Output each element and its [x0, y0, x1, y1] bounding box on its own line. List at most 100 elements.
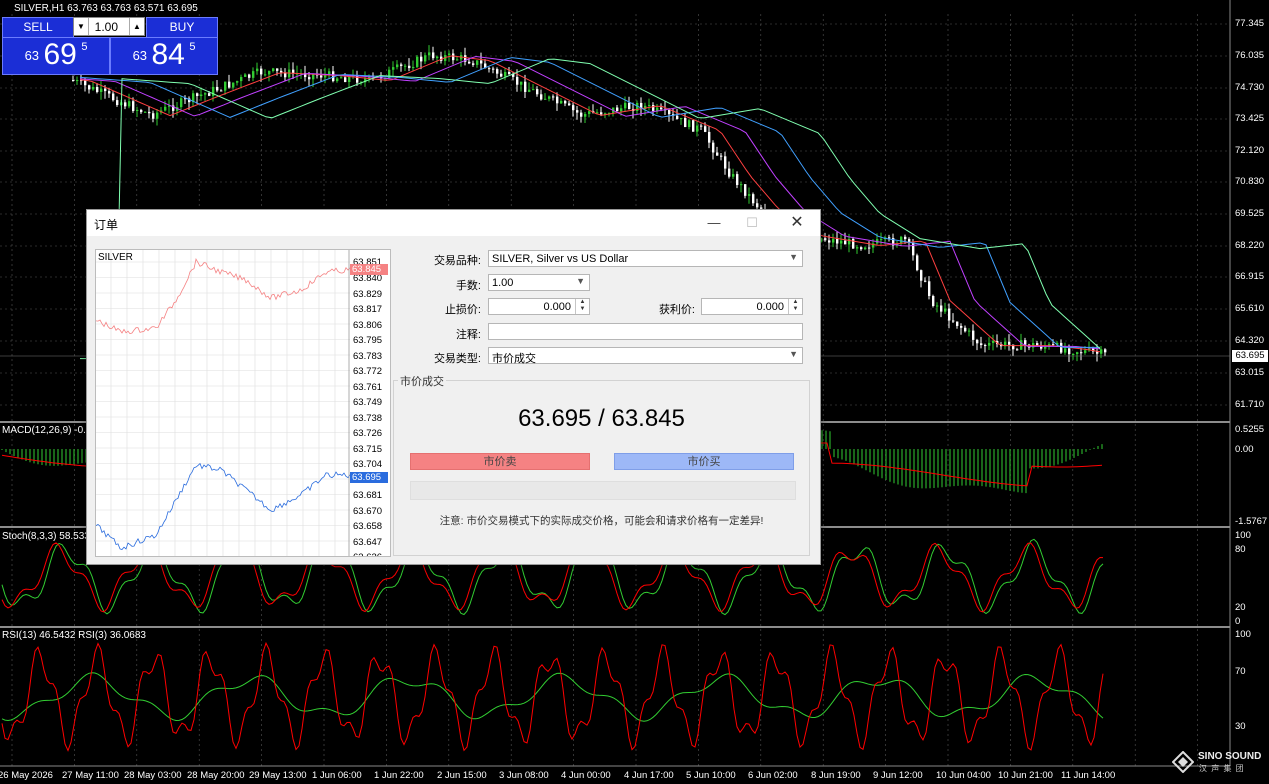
- lot-decrease-icon[interactable]: ▼: [74, 18, 89, 35]
- price-tick: 68.220: [1235, 240, 1265, 251]
- ask-badge: 63.845: [350, 264, 388, 275]
- tick-price-label: 63.704: [353, 459, 383, 470]
- time-tick: 5 Jun 10:00: [686, 770, 736, 781]
- tick-price-label: 63.806: [353, 320, 383, 331]
- symbol-label: 交易品种:: [433, 255, 481, 267]
- sell-price-sup: 5: [81, 41, 88, 53]
- comment-label: 注释:: [455, 329, 481, 341]
- chevron-down-icon: ▼: [789, 349, 798, 359]
- order-type-value: 市价成交: [492, 353, 536, 365]
- tick-price-label: 63.726: [353, 428, 383, 439]
- rsi-tick: 100: [1235, 629, 1251, 640]
- sell-price-prefix: 63: [24, 48, 40, 63]
- sino-sound-logo-icon: [1172, 751, 1194, 773]
- macd-tick: 0.00: [1235, 444, 1254, 455]
- group-title: 市价成交: [398, 373, 446, 389]
- time-tick: 26 May 2026: [0, 770, 53, 781]
- time-tick: 28 May 03:00: [124, 770, 182, 781]
- maximize-icon[interactable]: ☐: [742, 213, 762, 233]
- price-tick: 76.035: [1235, 50, 1265, 61]
- execution-note: 注意: 市价交易模式下的实际成交价格，可能会和请求价格有一定差异!: [439, 515, 764, 527]
- stoch-tick: 100: [1235, 530, 1251, 541]
- buy-button[interactable]: BUY: [146, 17, 218, 38]
- sell-price-big: 69: [43, 38, 77, 71]
- comment-input[interactable]: [488, 323, 803, 340]
- tick-price-label: 63.795: [353, 335, 383, 346]
- price-tick: 73.425: [1235, 113, 1265, 124]
- tick-price-label: 63.658: [353, 521, 383, 532]
- lot-stepper[interactable]: ▼ 1.00 ▲: [73, 17, 145, 36]
- sell-by-market-button[interactable]: 市价卖: [410, 453, 590, 470]
- buy-price-box[interactable]: 63 84 5: [110, 37, 218, 75]
- buy-by-market-button[interactable]: 市价买: [614, 453, 794, 470]
- logo-name: SINO SOUND: [1198, 751, 1262, 762]
- buy-price-sup: 5: [189, 41, 196, 53]
- lot-value[interactable]: 1.00: [95, 20, 118, 34]
- price-tick: 69.525: [1235, 208, 1265, 219]
- tick-price-label: 63.738: [353, 413, 383, 424]
- stoch-tick: 20: [1235, 602, 1246, 613]
- symbol-select[interactable]: SILVER, Silver vs US Dollar ▼: [488, 250, 803, 267]
- order-type-select[interactable]: 市价成交 ▼: [488, 347, 803, 365]
- time-tick: 4 Jun 17:00: [624, 770, 674, 781]
- time-tick: 6 Jun 02:00: [748, 770, 798, 781]
- time-tick: 1 Jun 06:00: [312, 770, 362, 781]
- volume-select[interactable]: 1.00 ▼: [488, 274, 590, 291]
- sell-button[interactable]: SELL: [2, 17, 74, 38]
- chevron-down-icon: ▼: [576, 276, 585, 286]
- take-profit-spinner-icon[interactable]: ▲ ▼: [788, 299, 802, 314]
- time-tick: 8 Jun 19:00: [811, 770, 861, 781]
- buy-price-big: 84: [151, 38, 185, 71]
- price-tick: 70.830: [1235, 176, 1265, 187]
- one-click-trading-panel: SELL ▼ 1.00 ▲ BUY 63 69 5 63 84 5: [2, 17, 218, 75]
- tick-price-label: 63.715: [353, 444, 383, 455]
- sino-sound-logo: SINO SOUND 汉 声 集 团: [1172, 750, 1264, 774]
- macd-label: MACD(12,26,9) -0.18: [2, 425, 98, 436]
- macd-tick: -1.5767: [1235, 516, 1268, 527]
- minimize-icon[interactable]: —: [704, 213, 724, 233]
- tick-price-label: 63.670: [353, 506, 383, 517]
- lot-increase-icon[interactable]: ▲: [129, 18, 144, 35]
- price-tick: 65.610: [1235, 303, 1265, 314]
- close-icon[interactable]: ✕: [787, 213, 807, 233]
- tick-price-label: 63.817: [353, 304, 383, 315]
- price-tick: 74.730: [1235, 82, 1265, 93]
- chevron-down-icon: ▼: [789, 252, 798, 262]
- tick-price-label: 63.681: [353, 490, 383, 501]
- stoch-tick: 0: [1235, 616, 1241, 627]
- tick-price-label: 63.829: [353, 289, 383, 300]
- volume-label: 手数:: [455, 280, 481, 292]
- dialog-titlebar[interactable]: 订单 — ☐ ✕: [87, 210, 820, 236]
- stop-loss-value: 0.000: [543, 301, 571, 313]
- tick-price-label: 63.772: [353, 366, 383, 377]
- tick-chart-symbol: SILVER: [98, 252, 133, 263]
- price-tick: 61.710: [1235, 399, 1265, 410]
- time-tick: 11 Jun 14:00: [1061, 770, 1116, 781]
- volume-value: 1.00: [492, 277, 514, 289]
- stop-loss-input[interactable]: 0.000 ▲ ▼: [488, 298, 590, 315]
- take-profit-value: 0.000: [756, 301, 784, 313]
- buy-price-prefix: 63: [132, 48, 148, 63]
- order-type-label: 交易类型:: [433, 353, 481, 365]
- rsi-fast-line: [1, 641, 1104, 752]
- macd-tick: 0.5255: [1235, 424, 1265, 435]
- tick-price-label: 63.749: [353, 397, 383, 408]
- bid-ask-quote: 63.695 / 63.845: [518, 405, 685, 432]
- stoch-tick: 80: [1235, 544, 1246, 555]
- bid-badge: 63.695: [350, 472, 388, 483]
- price-tick: 66.915: [1235, 271, 1265, 282]
- price-tick: 63.015: [1235, 367, 1265, 378]
- time-tick: 10 Jun 21:00: [998, 770, 1053, 781]
- rsi-label: RSI(13) 46.5432 RSI(3) 36.0683: [2, 630, 146, 641]
- tick-chart-grid: [96, 250, 350, 556]
- take-profit-input[interactable]: 0.000 ▲ ▼: [701, 298, 803, 315]
- order-dialog: 订单 — ☐ ✕ SILVER 63.851 63.840 63.829 63.817…: [86, 209, 821, 565]
- stop-loss-spinner-icon[interactable]: ▲ ▼: [575, 299, 589, 314]
- sell-price-box[interactable]: 63 69 5: [2, 37, 110, 75]
- time-tick: 10 Jun 04:00: [936, 770, 991, 781]
- tick-price-label: 63.647: [353, 537, 383, 548]
- time-tick: 3 Jun 08:00: [499, 770, 549, 781]
- current-price-badge: 63.695: [1232, 350, 1268, 362]
- chart-header: SILVER,H1 63.763 63.763 63.571 63.695: [14, 3, 198, 14]
- tick-price-label: 63.636: [353, 552, 382, 556]
